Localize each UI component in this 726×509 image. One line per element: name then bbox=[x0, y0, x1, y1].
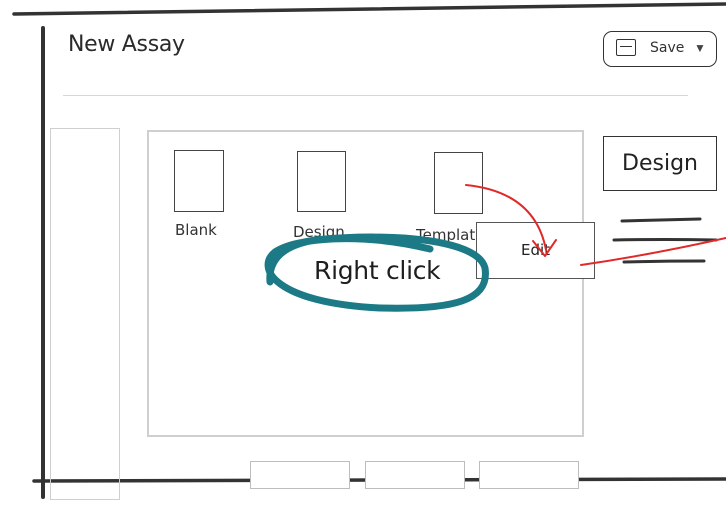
header-divider bbox=[63, 95, 688, 96]
page-title: New Assay bbox=[68, 32, 185, 57]
template-design-label: Design bbox=[293, 223, 345, 241]
design-button-label: Design bbox=[622, 151, 698, 176]
bottom-button-1[interactable] bbox=[250, 461, 350, 489]
template-design-thumbnail[interactable] bbox=[297, 151, 346, 212]
template-blank-thumbnail[interactable] bbox=[174, 150, 224, 212]
save-button[interactable]: Save ▼ bbox=[603, 31, 717, 67]
save-icon bbox=[616, 39, 636, 56]
template-template-thumbnail[interactable] bbox=[434, 152, 483, 214]
context-menu-edit[interactable]: Edit bbox=[477, 241, 594, 259]
template-blank-label: Blank bbox=[175, 221, 217, 239]
bottom-button-3[interactable] bbox=[479, 461, 579, 489]
save-button-label: Save bbox=[650, 40, 685, 56]
chevron-down-icon[interactable]: ▼ bbox=[694, 41, 706, 55]
left-sidebar bbox=[50, 128, 120, 500]
right-click-annotation: Right click bbox=[314, 256, 441, 285]
bottom-button-2[interactable] bbox=[365, 461, 465, 489]
context-menu: Edit bbox=[476, 222, 595, 279]
template-template-label: Template bbox=[416, 226, 485, 244]
design-button[interactable]: Design bbox=[603, 136, 717, 191]
